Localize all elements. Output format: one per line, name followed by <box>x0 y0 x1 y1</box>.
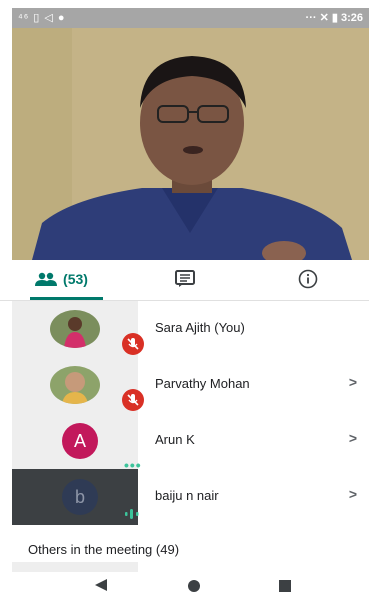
mic-off-icon <box>122 333 144 355</box>
tab-chat[interactable] <box>123 260 246 298</box>
avatar: A <box>62 423 98 459</box>
avatar <box>50 310 100 348</box>
participant-row[interactable]: A ••• Arun K > <box>0 413 369 473</box>
participant-row[interactable]: Parvathy Mohan > <box>0 357 369 413</box>
recents-icon[interactable] <box>278 579 292 592</box>
info-icon <box>298 269 317 289</box>
participant-thumbnail: A ••• <box>12 413 141 473</box>
status-right: ··· ✕ ▮ 3:26 <box>306 11 363 24</box>
participant-name: Parvathy Mohan <box>155 376 250 391</box>
others-heading: Others in the meeting (49) <box>28 542 180 557</box>
tab-bar: (53) <box>0 260 369 301</box>
speaker-video-image <box>12 28 369 260</box>
participant-thumbnail <box>12 357 144 413</box>
participant-thumbnail <box>12 301 144 357</box>
audio-level-icon <box>125 509 139 519</box>
participant-thumbnail <box>12 562 138 572</box>
participant-row[interactable]: Sara Ajith (You) <box>0 301 369 357</box>
people-count: (53) <box>63 271 88 287</box>
chevron-right-icon[interactable]: > <box>349 374 357 390</box>
participant-row[interactable]: b baiju n nair > <box>0 469 369 525</box>
home-icon[interactable] <box>186 578 202 592</box>
chevron-right-icon[interactable]: > <box>349 486 357 502</box>
mic-off-icon <box>122 389 144 411</box>
avatar <box>50 366 100 404</box>
status-bar: ⁴⁶ ▯ ◁ ● ··· ✕ ▮ 3:26 <box>12 8 369 28</box>
people-icon <box>35 272 58 286</box>
chat-icon <box>174 270 195 287</box>
tab-people[interactable]: (53) <box>0 260 123 300</box>
status-left-icons: ⁴⁶ ▯ ◁ ● <box>18 12 66 24</box>
main-video-feed[interactable] <box>12 28 369 260</box>
tab-info[interactable] <box>246 260 369 298</box>
participant-name: Arun K <box>155 432 195 447</box>
avatar: b <box>62 479 98 515</box>
back-icon[interactable] <box>93 578 109 592</box>
android-nav-bar <box>0 576 369 592</box>
participant-thumbnail: b <box>12 469 139 525</box>
status-icons: ··· ✕ ▮ <box>305 12 338 24</box>
participant-name: Sara Ajith (You) <box>155 320 245 335</box>
participant-name: baiju n nair <box>155 488 219 503</box>
chevron-right-icon[interactable]: > <box>349 430 357 446</box>
status-time: 3:26 <box>340 12 363 24</box>
